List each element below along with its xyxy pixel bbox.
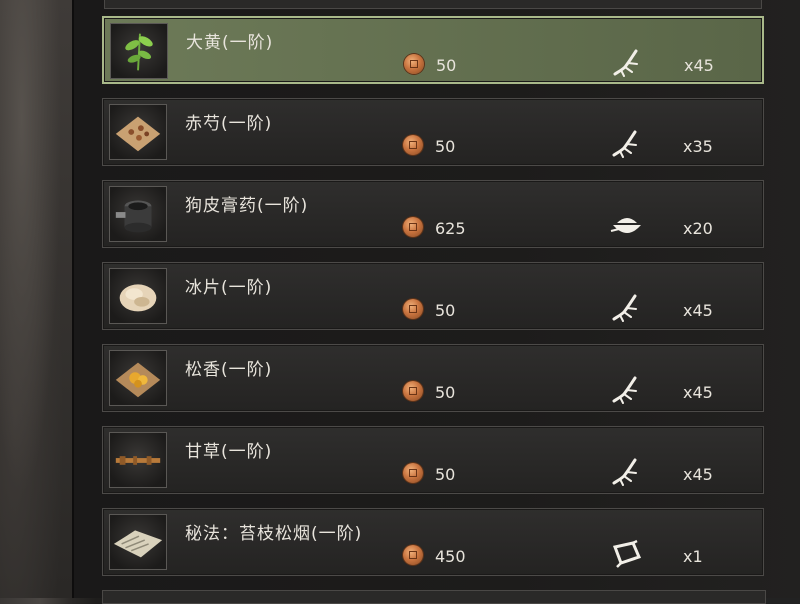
next-item-row-partial[interactable]	[102, 590, 766, 604]
item-list: 大黄(一阶) 50 x45 赤芍(一阶) 50 x35 狗皮膏药(一阶) 625…	[102, 16, 764, 590]
licorice-thumbnail	[109, 432, 167, 488]
coin-icon	[404, 54, 424, 74]
plaster-thumbnail	[109, 186, 167, 242]
item-name: 秘法：苔枝松烟(一阶)	[185, 524, 363, 544]
herb-root-icon	[609, 375, 645, 405]
coin-icon	[403, 463, 423, 483]
item-row-rosin[interactable]: 松香(一阶) 50 x45	[102, 344, 764, 412]
borneol-thumbnail	[109, 268, 167, 324]
item-row-dog-skin-plaster[interactable]: 狗皮膏药(一阶) 625 x20	[102, 180, 764, 248]
item-row-borneol[interactable]: 冰片(一阶) 50 x45	[102, 262, 764, 330]
red-peony-thumbnail	[109, 104, 167, 160]
item-price: 50	[436, 56, 457, 75]
item-quantity: x45	[683, 465, 713, 484]
item-row-secret-recipe[interactable]: 秘法：苔枝松烟(一阶) 450 x1	[102, 508, 764, 576]
rhubarb-thumbnail	[110, 23, 168, 79]
herb-root-icon	[609, 129, 645, 159]
herb-root-icon	[609, 457, 645, 487]
herb-root-icon	[609, 293, 645, 323]
background-scenery	[0, 0, 72, 598]
previous-item-row-partial[interactable]	[104, 0, 762, 9]
herb-root-icon	[610, 48, 646, 78]
item-price: 50	[435, 465, 456, 484]
item-name: 狗皮膏药(一阶)	[185, 196, 309, 216]
coin-icon	[403, 217, 423, 237]
item-name: 松香(一阶)	[185, 360, 273, 380]
item-price: 50	[435, 301, 456, 320]
item-quantity: x45	[684, 56, 714, 75]
recipe-thumbnail	[109, 514, 167, 570]
item-price: 625	[435, 219, 466, 238]
item-price: 50	[435, 137, 456, 156]
item-name: 赤芍(一阶)	[185, 114, 273, 134]
item-name: 大黄(一阶)	[186, 33, 274, 53]
coin-icon	[403, 299, 423, 319]
item-row-licorice[interactable]: 甘草(一阶) 50 x45	[102, 426, 764, 494]
item-row-red-peony[interactable]: 赤芍(一阶) 50 x35	[102, 98, 764, 166]
item-quantity: x20	[683, 219, 713, 238]
scroll-icon	[609, 539, 645, 569]
coin-icon	[403, 545, 423, 565]
item-quantity: x45	[683, 383, 713, 402]
item-price: 50	[435, 383, 456, 402]
item-quantity: x45	[683, 301, 713, 320]
item-row-rhubarb[interactable]: 大黄(一阶) 50 x45	[102, 16, 764, 84]
item-price: 450	[435, 547, 466, 566]
item-name: 甘草(一阶)	[185, 442, 273, 462]
item-quantity: x1	[683, 547, 703, 566]
coin-icon	[403, 381, 423, 401]
bowl-icon	[609, 211, 645, 241]
item-quantity: x35	[683, 137, 713, 156]
coin-icon	[403, 135, 423, 155]
item-name: 冰片(一阶)	[185, 278, 273, 298]
rosin-thumbnail	[109, 350, 167, 406]
